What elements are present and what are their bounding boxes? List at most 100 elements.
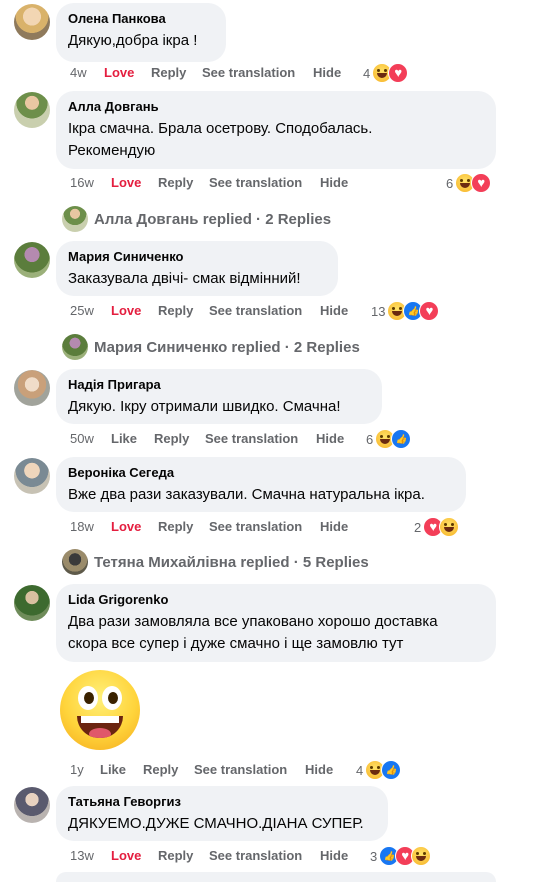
view-replies-link[interactable]: Тетяна Михайлівна replied · 5 Replies [62, 549, 369, 575]
love-button[interactable]: Love [111, 846, 141, 866]
comment-bubble: Lida Grigorenko Два рази замовляла все у… [56, 584, 496, 662]
view-replies-link[interactable]: Мария Синиченко replied · 2 Replies [62, 334, 360, 360]
avatar[interactable] [14, 242, 50, 278]
comment-time[interactable]: 16w [70, 173, 94, 193]
reply-avatar [62, 334, 88, 360]
emoji-right-eye [102, 686, 122, 710]
comment-bubble: Мария Синиченко Заказувала двічі- смак в… [56, 241, 338, 296]
reaction-count: 2 [414, 519, 422, 535]
hide-button[interactable]: Hide [320, 517, 348, 537]
reply-avatar [62, 549, 88, 575]
hide-button[interactable]: Hide [313, 63, 341, 83]
reaction-summary[interactable]: 4 [363, 63, 409, 83]
comment-time[interactable]: 4w [70, 63, 87, 83]
comment-time[interactable]: 25w [70, 301, 94, 321]
comment-text-line: Рекомендую [68, 142, 156, 159]
reaction-count: 6 [366, 431, 374, 447]
see-translation-link[interactable]: See translation [209, 846, 302, 866]
love-icon [388, 63, 409, 83]
avatar[interactable] [14, 787, 50, 823]
reaction-summary[interactable]: 6 [366, 429, 412, 449]
comment-time[interactable]: 18w [70, 517, 94, 537]
comment-text-line: Ікра смачна. Брала осетрову. Сподобалась… [68, 120, 373, 137]
love-button[interactable]: Love [111, 173, 141, 193]
reaction-count: 6 [446, 175, 454, 191]
love-button[interactable]: Love [111, 517, 141, 537]
avatar[interactable] [14, 585, 50, 621]
replies-label: Мария Синиченко replied · 2 Replies [94, 338, 360, 356]
reaction-summary[interactable]: 2 [414, 517, 460, 537]
comment-author[interactable]: Вероніка Сегеда [68, 464, 454, 481]
see-translation-link[interactable]: See translation [205, 429, 298, 449]
like-icon [381, 760, 402, 780]
comment-text-line: Два рази замовляла все упаковано хорошо … [68, 613, 438, 630]
avatar[interactable] [14, 370, 50, 406]
see-translation-link[interactable]: See translation [209, 517, 302, 537]
like-button[interactable]: Like [100, 760, 126, 780]
reaction-count: 4 [363, 65, 371, 81]
comment-actions: 50w Like Reply See translation Hide [0, 429, 540, 449]
avatar[interactable] [14, 458, 50, 494]
comment-text-line: скора все супер і дуже смачно і ще замов… [68, 635, 404, 652]
reply-button[interactable]: Reply [151, 63, 186, 83]
reaction-summary[interactable]: 13 [371, 301, 440, 321]
see-translation-link[interactable]: See translation [209, 301, 302, 321]
see-translation-link[interactable]: See translation [194, 760, 287, 780]
replies-label: Алла Довгань replied · 2 Replies [94, 210, 332, 228]
reaction-count: 4 [356, 762, 364, 778]
hide-button[interactable]: Hide [320, 301, 348, 321]
next-comment-bubble-edge [56, 872, 496, 882]
love-icon [471, 173, 492, 193]
comment-author[interactable]: Надія Пригара [68, 376, 370, 393]
view-replies-link[interactable]: Алла Довгань replied · 2 Replies [62, 206, 331, 232]
reaction-summary[interactable]: 4 [356, 760, 402, 780]
grinning-emoji-sticker[interactable] [60, 670, 140, 750]
comment-bubble: Вероніка Сегеда Вже два рази заказували.… [56, 457, 466, 512]
reply-avatar [62, 206, 88, 232]
comment-actions: 1y Like Reply See translation Hide [0, 760, 540, 780]
comment-author[interactable]: Олена Панкова [68, 10, 214, 27]
see-translation-link[interactable]: See translation [202, 63, 295, 83]
comment-bubble: Олена Панкова Дякую,добра ікра ! [56, 3, 226, 62]
reaction-count: 3 [370, 848, 378, 864]
reply-button[interactable]: Reply [158, 846, 193, 866]
reply-button[interactable]: Reply [158, 173, 193, 193]
love-icon [419, 301, 440, 321]
reply-button[interactable]: Reply [143, 760, 178, 780]
comment-bubble: Алла Довгань Ікра смачна. Брала осетрову… [56, 91, 496, 169]
avatar[interactable] [14, 92, 50, 128]
reaction-count: 13 [371, 303, 386, 319]
reply-button[interactable]: Reply [158, 301, 193, 321]
replies-label: Тетяна Михайлівна replied · 5 Replies [94, 553, 369, 571]
comment-text: Вже два рази заказували. Смачна натураль… [68, 486, 425, 503]
haha-icon [411, 846, 432, 866]
reaction-summary[interactable]: 3 [370, 846, 432, 866]
hide-button[interactable]: Hide [320, 846, 348, 866]
comment-time[interactable]: 50w [70, 429, 94, 449]
comment-author[interactable]: Татьяна Геворгиз [68, 793, 376, 810]
comment-time[interactable]: 1y [70, 760, 84, 780]
hide-button[interactable]: Hide [305, 760, 333, 780]
avatar[interactable] [14, 4, 50, 40]
comment-text: ДЯКУЕМО.ДУЖЕ СМАЧНО.ДІАНА СУПЕР. [68, 815, 364, 832]
comment-text: Заказувала двічі- смак відмінний! [68, 270, 301, 287]
comment-author[interactable]: Мария Синиченко [68, 248, 326, 265]
comment-time[interactable]: 13w [70, 846, 94, 866]
haha-icon [439, 517, 460, 537]
comment-text: Дякую,добра ікра ! [68, 32, 198, 49]
comment-bubble: Надія Пригара Дякую. Ікру отримали швидк… [56, 369, 382, 424]
emoji-left-eye [78, 686, 98, 710]
like-icon [391, 429, 412, 449]
reply-button[interactable]: Reply [154, 429, 189, 449]
hide-button[interactable]: Hide [316, 429, 344, 449]
hide-button[interactable]: Hide [320, 173, 348, 193]
like-button[interactable]: Like [111, 429, 137, 449]
love-button[interactable]: Love [104, 63, 134, 83]
reaction-summary[interactable]: 6 [446, 173, 492, 193]
comment-author[interactable]: Алла Довгань [68, 98, 484, 115]
see-translation-link[interactable]: See translation [209, 173, 302, 193]
comment-actions: 13w Love Reply See translation Hide [0, 846, 540, 866]
love-button[interactable]: Love [111, 301, 141, 321]
reply-button[interactable]: Reply [158, 517, 193, 537]
comment-author[interactable]: Lida Grigorenko [68, 591, 484, 608]
